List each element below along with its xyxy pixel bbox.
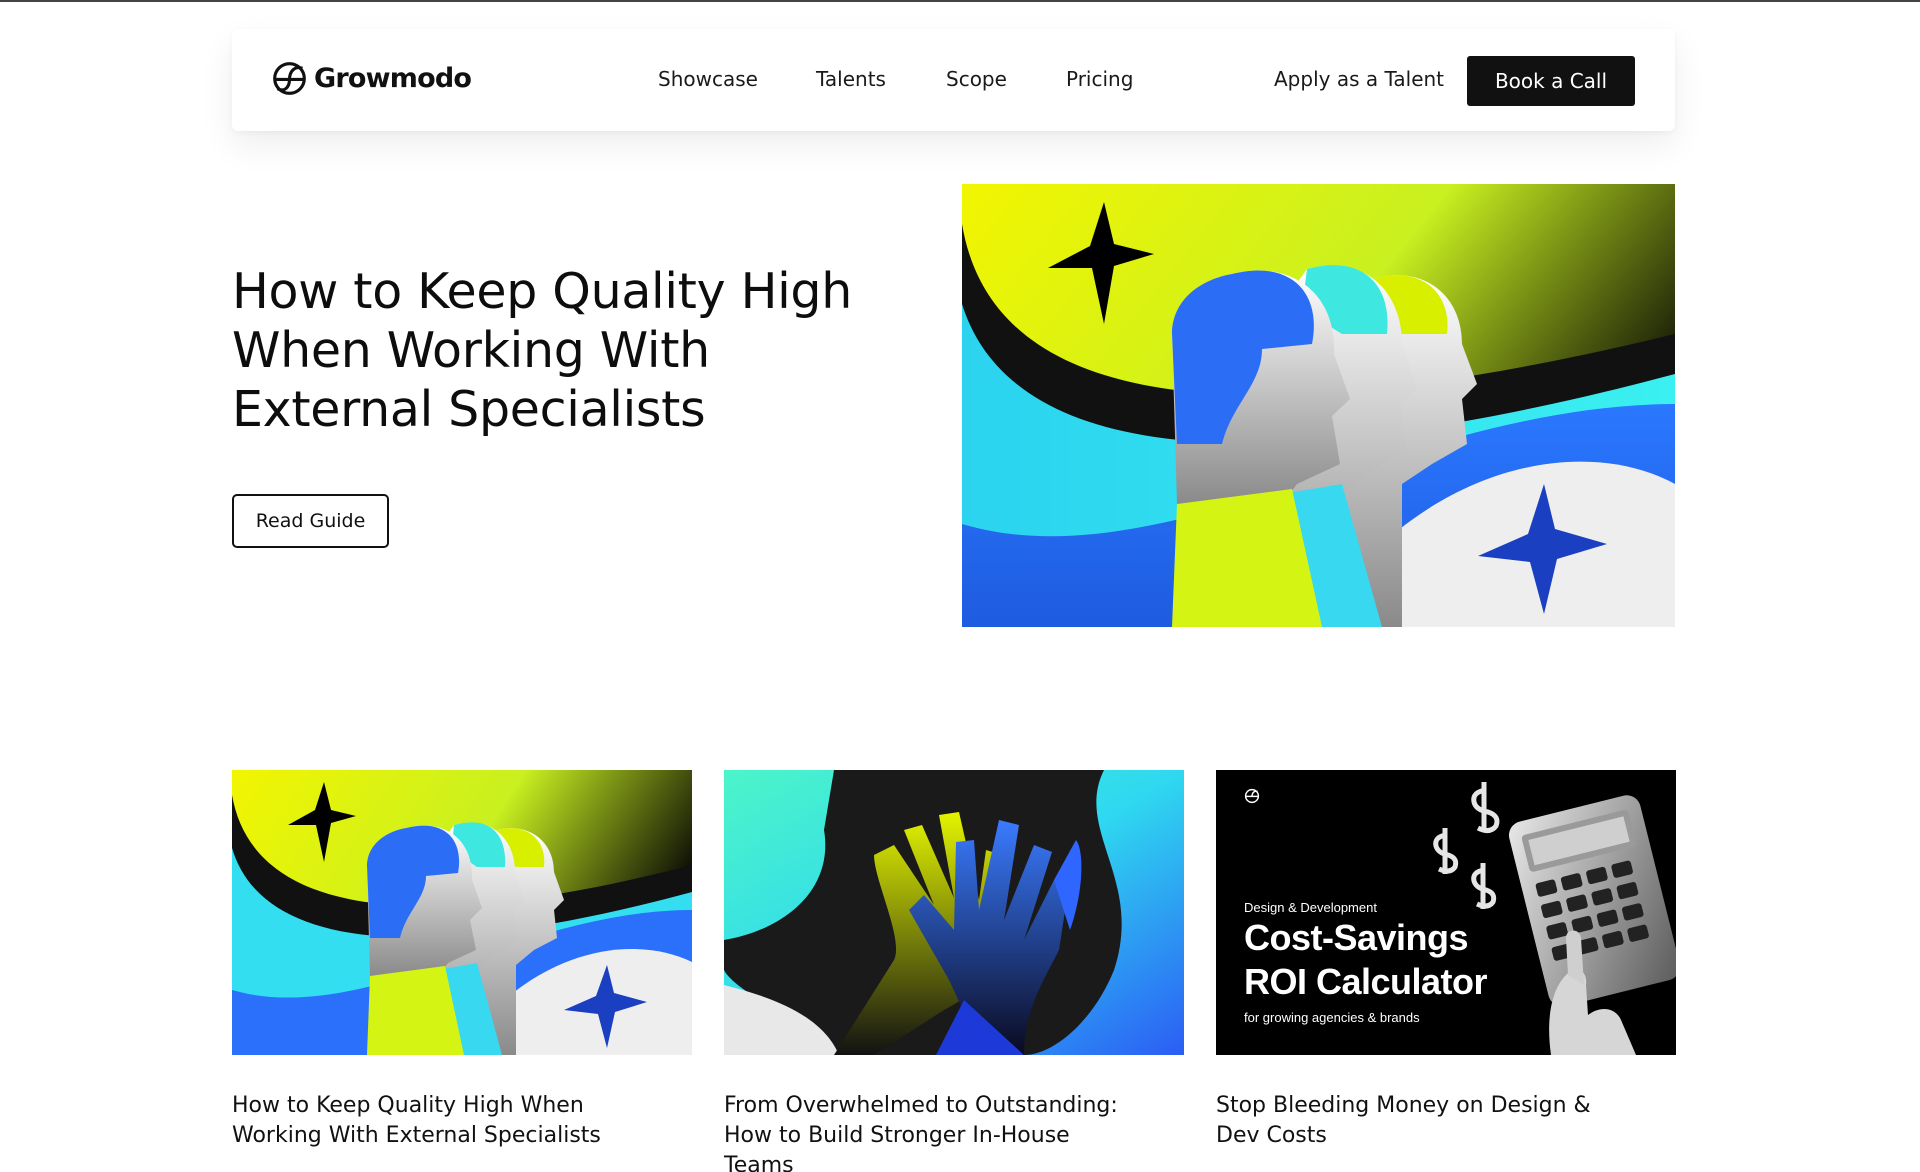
apply-as-talent-link[interactable]: Apply as a Talent [1274, 67, 1444, 91]
article-card[interactable]: Design & Development Cost-Savings ROI Ca… [1216, 770, 1676, 1151]
logo[interactable]: Growmodo [271, 60, 472, 97]
article-card[interactable]: From Overwhelmed to Outstanding: How to … [724, 770, 1184, 1172]
card-title[interactable]: Stop Bleeding Money on Design & Dev Cost… [1216, 1091, 1636, 1151]
nav-pricing[interactable]: Pricing [1066, 67, 1133, 91]
logo-text: Growmodo [314, 63, 472, 94]
growmodo-logo-icon [273, 62, 306, 95]
card-image[interactable]: Design & Development Cost-Savings ROI Ca… [1216, 770, 1676, 1055]
card-title[interactable]: From Overwhelmed to Outstanding: How to … [724, 1091, 1144, 1172]
card-image[interactable] [232, 770, 692, 1055]
nav-talents[interactable]: Talents [816, 67, 886, 91]
nav-scope[interactable]: Scope [946, 67, 1007, 91]
three-heads-illustration-icon [962, 184, 1675, 627]
hero-image[interactable] [962, 184, 1675, 627]
site-header: Growmodo Showcase Talents Scope Pricing … [232, 29, 1675, 131]
article-card[interactable]: How to Keep Quality High When Working Wi… [232, 770, 692, 1151]
nav-showcase[interactable]: Showcase [658, 67, 758, 91]
calc-heading-line1: Cost-Savings [1244, 917, 1469, 958]
calc-eyebrow: Design & Development [1244, 900, 1377, 915]
three-heads-illustration-icon [232, 770, 692, 1055]
read-guide-button[interactable]: Read Guide [232, 494, 389, 548]
growmodo-logo-icon [1244, 788, 1260, 804]
card-image[interactable] [724, 770, 1184, 1055]
card-title[interactable]: How to Keep Quality High When Working Wi… [232, 1091, 652, 1151]
calc-subline: for growing agencies & brands [1244, 1010, 1420, 1025]
book-a-call-button[interactable]: Book a Call [1467, 56, 1635, 106]
high-five-hands-illustration-icon [724, 770, 1184, 1055]
calc-heading-line2: ROI Calculator [1244, 961, 1488, 1002]
window-top-border [0, 0, 1920, 2]
hero-title: How to Keep Quality High When Working Wi… [232, 263, 852, 438]
